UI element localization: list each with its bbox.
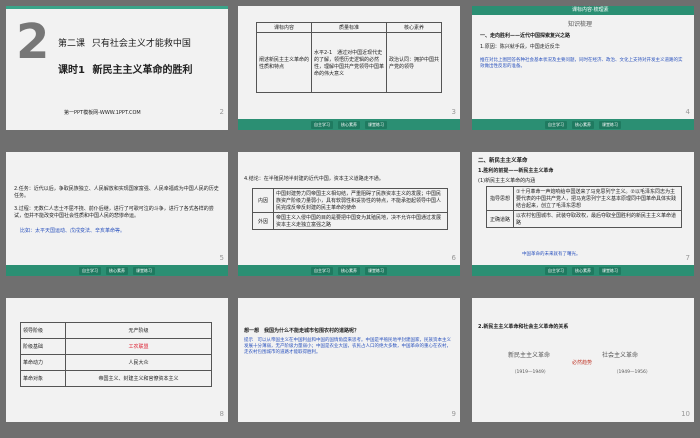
row-label: 阶级基础 <box>20 338 66 355</box>
table-header: 质量标准 <box>311 22 387 33</box>
row-text: 工农联盟 <box>65 338 212 355</box>
nav-button[interactable]: 课堂练习 <box>133 266 155 275</box>
page-number: 8 <box>219 410 224 418</box>
note-line: 中国革命的未来就有了曙光。 <box>522 252 581 257</box>
lesson-title: 只有社会主义才能救中国 <box>91 39 191 49</box>
row-label: 正确道路 <box>486 210 514 228</box>
bottom-nav: 自主学习 核心素养 课堂练习 <box>238 119 460 130</box>
nav-button[interactable]: 自主学习 <box>311 120 333 129</box>
row-label: 革命对象 <box>20 370 66 387</box>
left-phase: 新民主主义革命 <box>508 352 551 359</box>
row-text: 帝国主义、封建主义和官僚资本主义 <box>65 370 212 387</box>
content-line: 4.结论：在半殖民地半封建的近代中国，资本主义道路走不通。 <box>244 176 384 182</box>
page-number: 9 <box>451 410 456 418</box>
row-label: 领导阶级 <box>20 322 66 339</box>
table-cell: 水平2-1 通过对中国近现代史的了解，领悟历史逻辑的必然性，理解中国共产党领导中… <box>311 32 387 93</box>
period-number: 课时1 <box>58 65 85 76</box>
slide-3[interactable]: 课标内容·梳理素 知识梳理 一、走向胜利——近代中国探索复兴之路 1.原因：陈兴… <box>472 6 694 130</box>
question-line: 想一想 我国为什么不能走城市包围农村的道路呢？ <box>244 328 360 334</box>
row-label: 外因 <box>252 212 274 230</box>
content-line: 二、新民主主义革命 <box>478 158 528 164</box>
slide-2[interactable]: 课标内容 质量标准 核心素养 阐述新民主主义革命的性质和特点 水平2-1 通过对… <box>238 6 460 130</box>
slide-4[interactable]: 2.任务：近代以后，争取民族独立、人民解放和实现国家富强、人民幸福成为中国人民的… <box>6 152 228 276</box>
row-text: 人民大众 <box>65 354 212 371</box>
row-label: 内因 <box>252 188 274 213</box>
period-label: 课时1 新民主主义革命的胜利 <box>58 64 192 78</box>
content-line: (1)新民主主义革命的内涵 <box>478 178 536 184</box>
content-line: 1.原因：陈兴就手段，中国走近反华 <box>480 44 560 50</box>
answer-line: 提示 可以从帝国主义在中国利益和中国的国情角度来思考。中国是半殖民地半封建国家，… <box>244 338 451 356</box>
content-line: 推在对比上图回答各种社会基本状况及主要问题，同时在经济、政治、文化上支持对开发主… <box>480 58 683 70</box>
slide-1[interactable]: 2 第二课 只有社会主义才能救中国 课时1 新民主主义革命的胜利 第一PPT模板… <box>6 6 228 130</box>
row-text: 帝国主义入侵中国的目的是要把中国变为其殖民地，决不允许中国通过发展资本主义走独立… <box>273 212 448 230</box>
nav-button[interactable]: 核心素养 <box>338 120 360 129</box>
period-title: 新民主主义革命的胜利 <box>92 65 193 76</box>
standards-table: 课标内容 质量标准 核心素养 阐述新民主主义革命的性质和特点 水平2-1 通过对… <box>256 22 442 93</box>
row-text: ①十月革命一声炮响给中国送来了马克思列宁主义。②以毛泽东同志为主要代表的中国共产… <box>513 186 682 211</box>
content-line: 3.过程：无数仁人志士不屈不挠、前仆后继，进行了可歌可泣的斗争，进行了各式各样的… <box>14 206 214 219</box>
lesson-number: 第二课 <box>58 39 86 49</box>
row-text: 中国封建势力同帝国主义相勾结，严重阻碍了民族资本主义的发展；中国民族资产阶级力量… <box>273 188 448 213</box>
big-digit: 2 <box>16 14 50 70</box>
nav-button[interactable]: 核心素养 <box>572 120 594 129</box>
nav-button[interactable]: 核心素养 <box>338 266 360 275</box>
nav-button[interactable]: 自主学习 <box>545 266 567 275</box>
bottom-nav: 自主学习 核心素养 课堂练习 <box>472 119 694 130</box>
table-header: 课标内容 <box>256 22 312 33</box>
bottom-nav: 自主学习 核心素养 课堂练习 <box>6 265 228 276</box>
table-header: 核心素养 <box>386 22 442 33</box>
left-years: （1919—1949） <box>512 370 549 375</box>
page-number: 3 <box>451 108 456 116</box>
right-phase: 社会主义革命 <box>602 352 639 359</box>
table-cell: 阐述新民主主义革命的性质和特点 <box>256 32 312 93</box>
content-line: 2.任务：近代以后，争取民族独立、人民解放和实现国家富强、人民幸福成为中国人民的… <box>14 186 219 199</box>
bottom-nav: 自主学习 核心素养 课堂练习 <box>472 265 694 276</box>
nav-button[interactable]: 自主学习 <box>311 266 333 275</box>
slide-topbar <box>6 6 228 9</box>
row-label: 革命动力 <box>20 354 66 371</box>
row-text: 以农村包围城市、武装夺取政权，最后夺取全国胜利的新民主主义革命道路 <box>513 210 682 228</box>
content-line: 1.胜利的前提——新民主主义革命 <box>478 168 554 174</box>
middle-trend: 必然趋势 <box>572 360 593 366</box>
nav-button[interactable]: 课堂练习 <box>599 266 621 275</box>
content-line: 一、走向胜利——近代中国探索复兴之路 <box>480 33 571 39</box>
slide-8[interactable]: 想一想 我国为什么不能走城市包围农村的道路呢？ 提示 可以从帝国主义在中国利益和… <box>238 298 460 422</box>
lesson-label: 第二课 只有社会主义才能救中国 <box>58 38 191 50</box>
slide-9[interactable]: 2.新民主主义革命和社会主义革命的关系 新民主主义革命 必然趋势 社会主义革命 … <box>472 298 694 422</box>
nav-button[interactable]: 课堂练习 <box>365 120 387 129</box>
page-number: 10 <box>681 410 690 418</box>
nav-button[interactable]: 核心素养 <box>106 266 128 275</box>
page-number: 7 <box>685 254 690 262</box>
nav-button[interactable]: 课堂练习 <box>599 120 621 129</box>
page-number: 2 <box>219 108 224 116</box>
page-number: 5 <box>219 254 224 262</box>
section-title: 知识梳理 <box>568 21 593 28</box>
right-years: （1949—1956） <box>614 370 651 375</box>
footer-text: 第一PPT模板网-WWW.1PPT.COM <box>64 110 141 116</box>
nav-button[interactable]: 自主学习 <box>79 266 101 275</box>
nav-button[interactable]: 自主学习 <box>545 120 567 129</box>
row-label: 指导思想 <box>486 186 514 211</box>
row-text: 无产阶级 <box>65 322 212 339</box>
slide-5[interactable]: 4.结论：在半殖民地半封建的近代中国，资本主义道路走不通。 内因 中国封建势力同… <box>238 152 460 276</box>
page-number: 6 <box>451 254 456 262</box>
note-line: 比如：太平天国运动、戊戌变法、辛亥革命等。 <box>20 228 126 234</box>
revolution-table: 领导阶级 无产阶级 阶级基础 工农联盟 革命动力 人民大众 革命对象 帝国主义、… <box>20 322 212 387</box>
content-table: 指导思想 ①十月革命一声炮响给中国送来了马克思列宁主义。②以毛泽东同志为主要代表… <box>486 186 682 228</box>
causes-table: 内因 中国封建势力同帝国主义相勾结，严重阻碍了民族资本主义的发展；中国民族资产阶… <box>252 188 448 230</box>
page-number: 4 <box>685 108 690 116</box>
content-line: 2.新民主主义革命和社会主义革命的关系 <box>478 324 569 330</box>
table-cell: 政治认同：拥护中国共产党的领导 <box>386 32 442 93</box>
header-tag: 课标内容·梳理素 <box>572 7 609 13</box>
bottom-nav: 自主学习 核心素养 课堂练习 <box>238 265 460 276</box>
slide-6[interactable]: 二、新民主主义革命 1.胜利的前提——新民主主义革命 (1)新民主主义革命的内涵… <box>472 152 694 276</box>
nav-button[interactable]: 核心素养 <box>572 266 594 275</box>
slide-7[interactable]: 领导阶级 无产阶级 阶级基础 工农联盟 革命动力 人民大众 革命对象 帝国主义、… <box>6 298 228 422</box>
nav-button[interactable]: 课堂练习 <box>365 266 387 275</box>
